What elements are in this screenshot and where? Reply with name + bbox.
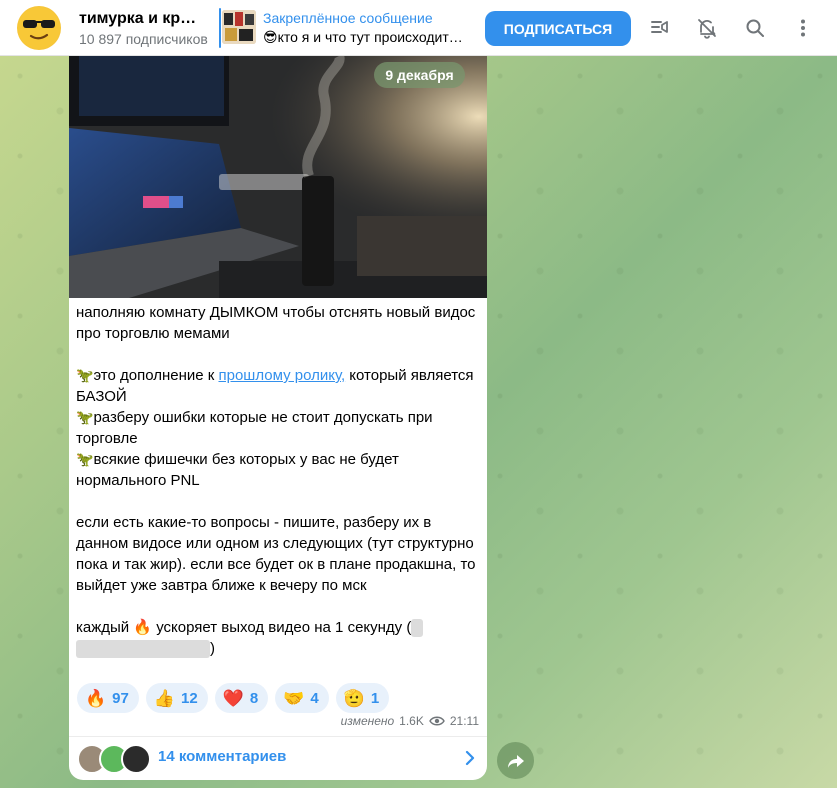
pinned-image-icon xyxy=(222,10,256,44)
previous-video-link[interactable]: прошлому ролику, xyxy=(218,367,345,384)
handshake-icon: 🤝 xyxy=(283,688,305,708)
hidden-spoiler[interactable] xyxy=(411,619,424,638)
reaction-handshake[interactable]: 🤝 4 xyxy=(275,683,329,713)
subscriber-count: 10 897 подписчиков xyxy=(79,31,208,47)
subscribe-button[interactable]: ПОДПИСАТЬСЯ xyxy=(485,11,631,46)
salute-icon: 🫡 xyxy=(343,688,365,708)
heart-icon: ❤️ xyxy=(222,688,244,708)
pinned-message-text: 😎кто я и что тут происходит… xyxy=(263,29,463,45)
view-count: 1.6K xyxy=(399,714,424,728)
channel-avatar[interactable] xyxy=(17,6,61,50)
dino-icon: 🦖 xyxy=(76,451,94,467)
post-meta: изменено 1.6K 21:11 xyxy=(341,714,479,728)
thumbs-up-icon: 👍 xyxy=(153,688,176,708)
fire-icon: 🔥 xyxy=(85,688,107,708)
share-button[interactable] xyxy=(497,742,534,779)
reaction-count: 97 xyxy=(112,689,129,707)
commenter-avatars xyxy=(77,744,157,774)
pinned-message[interactable]: Закреплённое сообщение 😎кто я и что тут … xyxy=(263,9,473,47)
more-menu-icon[interactable] xyxy=(789,14,817,42)
post-text: наполняю комнату ДЫМКОМ чтобы отснять но… xyxy=(69,298,487,659)
comments-count-label: 14 комментариев xyxy=(158,748,287,765)
post-list-item: 🦖всякие фишечки без которых у вас не буд… xyxy=(76,451,399,489)
share-arrow-icon xyxy=(507,754,524,768)
date-badge: 9 декабря xyxy=(374,62,465,88)
channel-name: тимурка и кр… xyxy=(79,10,197,27)
post-paragraph: каждый 🔥 ускоряет выход видео на 1 секун… xyxy=(76,617,480,659)
reaction-count: 4 xyxy=(310,689,319,707)
post-photo[interactable]: 9 декабря xyxy=(69,56,487,298)
post-paragraph: если есть какие-то вопросы - пишите, раз… xyxy=(76,514,476,594)
reaction-count: 8 xyxy=(249,689,259,707)
search-icon[interactable] xyxy=(741,14,769,42)
room-with-laptop-image xyxy=(69,56,487,298)
channel-title-block[interactable]: тимурка и кр… 10 897 подписчиков xyxy=(79,9,215,48)
reaction-count: 12 xyxy=(181,689,198,707)
mute-bell-icon[interactable] xyxy=(693,14,721,42)
dino-icon: 🦖 xyxy=(76,367,94,383)
live-stream-icon[interactable] xyxy=(646,14,674,42)
post-list-item: 🦖это дополнение к прошлому ролику, котор… xyxy=(76,367,474,405)
dino-icon: 🦖 xyxy=(76,409,94,425)
comments-button[interactable]: 14 комментариев xyxy=(69,737,487,780)
reactions-bar: 🔥 97 👍 12 ❤️ 8 🤝 4 🫡 1 xyxy=(77,683,390,713)
post-time: 21:11 xyxy=(449,714,479,728)
pinned-message-title: Закреплённое сообщение xyxy=(263,10,433,26)
fire-icon: 🔥 xyxy=(133,619,153,636)
pinned-indicator xyxy=(219,8,221,48)
reaction-count: 1 xyxy=(370,689,380,707)
reaction-salute[interactable]: 🫡 1 xyxy=(335,683,390,713)
edited-label: изменено xyxy=(340,714,395,728)
reaction-fire[interactable]: 🔥 97 xyxy=(77,683,139,713)
eye-icon xyxy=(429,716,445,726)
post-paragraph: наполняю комнату ДЫМКОМ чтобы отснять но… xyxy=(76,304,476,342)
pinned-thumbnail[interactable] xyxy=(222,10,256,44)
chevron-right-icon xyxy=(465,750,475,766)
channel-post: 9 декабря наполняю комнату ДЫМКОМ чтобы … xyxy=(69,56,487,780)
reaction-heart[interactable]: ❤️ 8 xyxy=(214,683,269,713)
reaction-thumbs-up[interactable]: 👍 12 xyxy=(145,683,208,713)
hidden-spoiler[interactable] xyxy=(76,640,210,659)
commenter-avatar xyxy=(121,744,151,774)
sunglasses-face-icon xyxy=(18,7,60,49)
post-list-item: 🦖разберу ошибки которые не стоит допуска… xyxy=(76,409,433,447)
chat-header: тимурка и кр… 10 897 подписчиков Закрепл… xyxy=(0,0,837,56)
